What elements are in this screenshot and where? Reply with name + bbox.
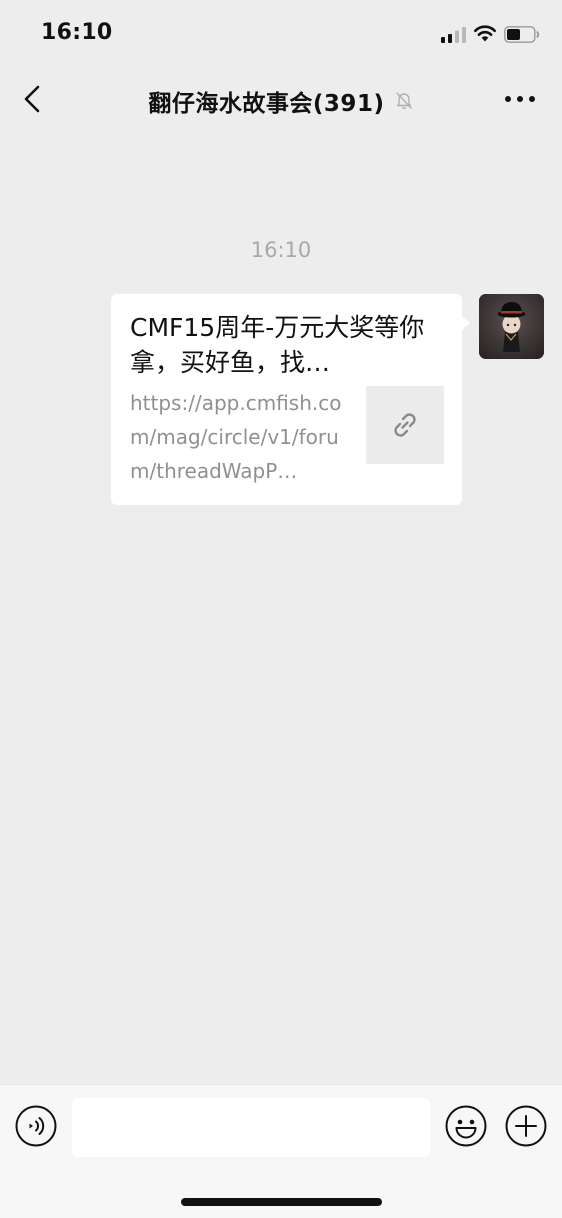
wifi-icon <box>474 25 496 42</box>
link-card-thumbnail <box>366 386 444 464</box>
plus-icon[interactable] <box>505 1105 547 1147</box>
bubble-tail <box>462 316 470 330</box>
status-time: 16:10 <box>41 20 113 45</box>
link-card-url: https://app.cmfish.com/mag/circle/v1/for… <box>130 391 342 483</box>
avatar-illustration <box>479 294 544 359</box>
link-card-title: CMF15周年-万元大奖等你拿，买好鱼，找… <box>130 313 425 377</box>
link-icon <box>394 413 416 437</box>
message-timestamp: 16:10 <box>250 238 312 262</box>
emoji-icon[interactable] <box>445 1105 487 1147</box>
nav-bar: 翻仔海水故事会(391) <box>0 66 562 132</box>
message-input[interactable] <box>72 1098 430 1157</box>
nav-title-wrap: 翻仔海水故事会(391) <box>0 84 562 117</box>
user-avatar[interactable] <box>479 294 544 359</box>
cellular-signal-icon <box>441 27 466 43</box>
bell-slash-icon <box>395 92 412 109</box>
home-indicator <box>181 1198 382 1206</box>
voice-icon[interactable] <box>15 1105 57 1147</box>
ellipsis-icon[interactable] <box>504 90 536 108</box>
link-card-message[interactable]: CMF15周年-万元大奖等你拿，买好鱼，找… https://app.cmfis… <box>111 294 462 505</box>
status-bar: 16:10 <box>0 0 562 66</box>
battery-icon <box>504 26 540 43</box>
chat-title: 翻仔海水故事会(391) <box>148 91 385 117</box>
chat-screen: 16:10 翻仔海水故事会(391) 16:10 CMF15周年-万元大奖等你拿… <box>0 0 562 1218</box>
